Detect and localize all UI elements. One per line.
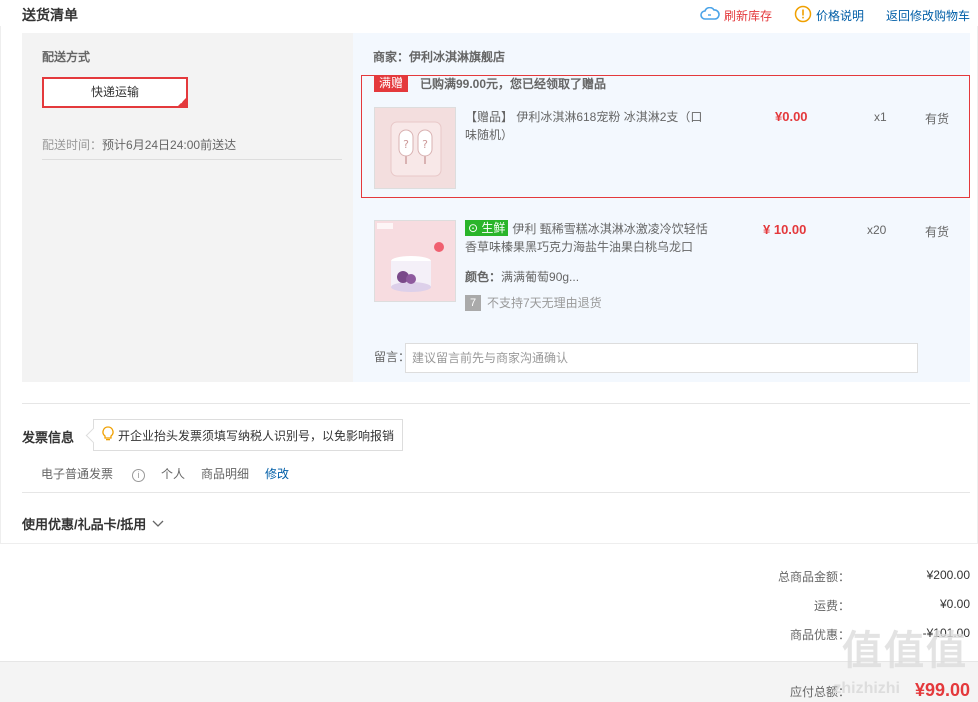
delivery-time: 配送时间：预计6月24日24:00前送达 bbox=[42, 136, 236, 153]
header-links: 刷新库存 价格说明 返回修改购物车 bbox=[678, 5, 970, 26]
price-note-link[interactable]: 价格说明 bbox=[794, 5, 864, 26]
invoice-tip: 开企业抬头发票须填写纳税人识别号，以免影响报销 bbox=[93, 419, 404, 451]
freight-value: ¥0.00 bbox=[939, 597, 970, 611]
divider bbox=[22, 403, 970, 404]
seven-day-icon: 7 bbox=[465, 294, 481, 311]
invoice-details: 电子普通发票 i 个人 商品明细 修改 bbox=[41, 465, 305, 482]
product-color-label: 颜色： bbox=[465, 270, 502, 284]
product-stock: 有货 bbox=[925, 225, 950, 239]
no-return-text: 不支持7天无理由退货 bbox=[487, 296, 602, 310]
shipping-panel: 配送方式 快递运输 ✓ 配送时间：预计6月24日24:00前送达 bbox=[22, 33, 353, 382]
product-color-value: 满满葡萄90g... bbox=[501, 270, 580, 284]
fresh-tag-icon: ⊙ bbox=[468, 221, 479, 235]
delivery-time-value: 预计6月24日24:00前送达 bbox=[102, 138, 237, 152]
chevron-down-icon bbox=[152, 517, 164, 531]
refresh-stock-label: 刷新库存 bbox=[723, 9, 772, 23]
shipping-method-label: 配送方式 bbox=[42, 50, 91, 64]
freight-label: 运费： bbox=[813, 599, 850, 613]
coupon-toggle[interactable]: 使用优惠/礼品卡/抵用 bbox=[22, 514, 164, 533]
delivery-time-label: 配送时间： bbox=[42, 138, 103, 152]
divider bbox=[22, 492, 970, 493]
fresh-tag: ⊙ 生鲜 bbox=[465, 220, 509, 236]
product-name[interactable]: ⊙ 生鲜 伊利 甄稀雪糕冰淇淋冰激凌冷饮轻恬香草味榛果黑巧克力海盐牛油果白桃乌龙口 bbox=[465, 220, 710, 256]
invoice-title: 发票信息 bbox=[22, 430, 75, 445]
divider bbox=[42, 159, 342, 160]
back-to-cart-link[interactable]: 返回修改购物车 bbox=[886, 7, 970, 24]
product-qty: x20 bbox=[867, 223, 887, 237]
invoice-tip-text: 开企业抬头发票须填写纳税人识别号，以免影响报销 bbox=[118, 428, 395, 443]
goods-total-row: 总商品金额： ¥200.00 bbox=[670, 568, 970, 585]
svg-text:?: ? bbox=[403, 138, 409, 151]
invoice-holder: 个人 bbox=[161, 467, 186, 481]
gift-product-qty: x1 bbox=[874, 110, 887, 124]
lightbulb-icon bbox=[102, 426, 114, 444]
goods-total-value: ¥200.00 bbox=[926, 568, 970, 582]
gift-product-stock: 有货 bbox=[925, 112, 950, 126]
invoice-edit-link[interactable]: 修改 bbox=[265, 465, 289, 482]
goods-total-label: 总商品金额： bbox=[777, 570, 850, 584]
fresh-tag-label: 生鲜 bbox=[481, 221, 506, 235]
price-note-label: 价格说明 bbox=[815, 9, 864, 23]
product-color: 颜色：满满葡萄90g... bbox=[465, 268, 579, 285]
invoice-type: 电子普通发票 i bbox=[41, 465, 146, 482]
check-icon: ✓ bbox=[179, 97, 186, 106]
product-image[interactable] bbox=[374, 220, 456, 302]
question-icon[interactable]: i bbox=[132, 469, 146, 482]
payable-label: 应付总额： bbox=[789, 685, 850, 699]
invoice-content: 商品明细 bbox=[201, 467, 250, 481]
gift-product-name[interactable]: 【赠品】 伊利冰淇淋618宠粉 冰淇淋2支（口味随机） bbox=[465, 108, 710, 144]
no-return-notice: 7 不支持7天无理由退货 bbox=[465, 294, 602, 311]
watermark-logo: 值值值 bbox=[842, 629, 968, 673]
invoice-type-label: 电子普通发票 bbox=[41, 467, 114, 481]
coupon-label: 使用优惠/礼品卡/抵用 bbox=[22, 517, 147, 532]
gift-note: 已购满99.00元，您已经领取了赠品 bbox=[420, 77, 607, 91]
gift-badge: 满赠 bbox=[374, 75, 409, 92]
delivery-list-title: 送货清单 bbox=[22, 7, 78, 23]
gift-product-price: ¥0.00 bbox=[775, 109, 808, 124]
gift-product-image[interactable]: ? ? bbox=[374, 107, 456, 189]
freight-row: 运费： ¥0.00 bbox=[670, 597, 970, 614]
express-shipping-button[interactable]: 快递运输 ✓ bbox=[42, 77, 188, 108]
svg-text:?: ? bbox=[422, 138, 428, 151]
express-shipping-label: 快递运输 bbox=[90, 85, 139, 99]
watermark-url: zhizhizhi bbox=[833, 680, 900, 697]
warning-circle-icon bbox=[794, 5, 812, 26]
product-price: ¥ 10.00 bbox=[763, 222, 807, 237]
refresh-cloud-icon bbox=[700, 6, 720, 24]
refresh-stock-link[interactable]: 刷新库存 bbox=[700, 6, 772, 24]
merchant-name: 商家：伊利冰淇淋旗舰店 bbox=[373, 50, 506, 64]
message-input[interactable] bbox=[405, 343, 918, 373]
discount-label: 商品优惠： bbox=[789, 628, 850, 642]
